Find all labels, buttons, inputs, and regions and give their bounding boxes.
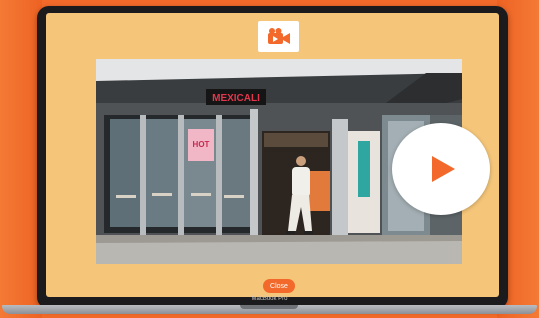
laptop-model-label: MacBook Pro [251,296,288,302]
close-button[interactable]: Close [263,279,295,293]
play-button[interactable] [392,123,490,215]
door-poster-text: HOT [193,140,210,149]
storefront-sign-text: MEXICALI [212,93,260,104]
play-icon [432,156,455,182]
video-camera-icon [258,21,299,52]
laptop-notch [240,305,298,309]
background-left [0,0,42,318]
